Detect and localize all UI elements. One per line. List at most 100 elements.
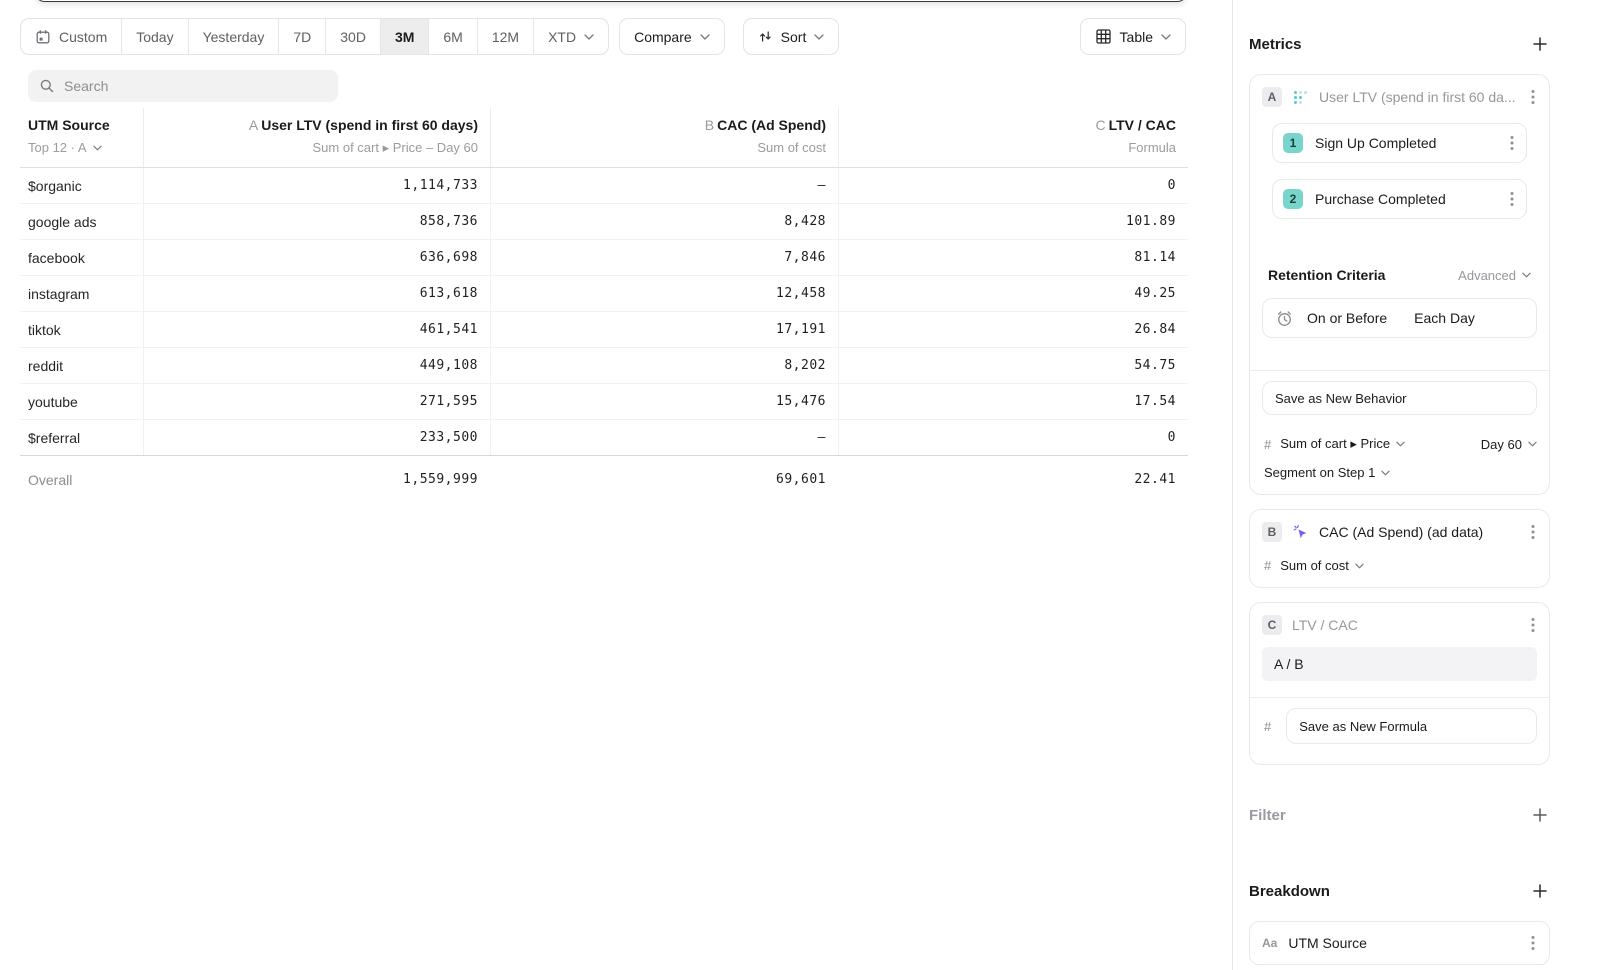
step-menu-button[interactable]: [1508, 189, 1516, 209]
divider: [1250, 697, 1549, 698]
date-range-7d[interactable]: 7D: [279, 19, 326, 54]
cell-ltv-cac[interactable]: 81.14: [838, 240, 1188, 275]
cell-ltv-cac[interactable]: 0: [838, 420, 1188, 455]
number-type-icon: #: [1264, 558, 1271, 573]
search-input[interactable]: [64, 78, 327, 94]
cell-cac[interactable]: 7,846: [490, 240, 838, 275]
table-row: facebook 636,698 7,846 81.14: [20, 240, 1188, 276]
search-bar[interactable]: [28, 70, 338, 102]
kebab-icon: [1531, 524, 1535, 540]
cell-cac[interactable]: 15,476: [490, 384, 838, 419]
date-range-today[interactable]: Today: [122, 19, 188, 54]
retention-unit[interactable]: Each Day: [1414, 310, 1475, 326]
cell-cac[interactable]: –: [490, 168, 838, 203]
date-range-picker: Custom Today Yesterday 7D 30D 3M 6M 12M …: [20, 18, 609, 55]
window-dropdown[interactable]: Day 60: [1481, 437, 1537, 452]
cell-cac[interactable]: 17,191: [490, 312, 838, 347]
cell-user-ltv[interactable]: 1,559,999: [143, 456, 490, 503]
date-range-12m[interactable]: 12M: [478, 19, 534, 54]
cell-user-ltv[interactable]: 233,500: [143, 420, 490, 455]
chevron-down-icon: [1355, 563, 1364, 569]
cell-user-ltv[interactable]: 271,595: [143, 384, 490, 419]
funnel-step-1[interactable]: 1 Sign Up Completed: [1272, 123, 1527, 163]
metric-card-b: B CAC (Ad Spend) (ad data) # Sum of cost: [1249, 509, 1550, 588]
cell-ltv-cac[interactable]: 17.54: [838, 384, 1188, 419]
row-label[interactable]: facebook: [20, 240, 143, 275]
date-range-custom[interactable]: Custom: [21, 19, 122, 54]
step-menu-button[interactable]: [1508, 133, 1516, 153]
row-label[interactable]: instagram: [20, 276, 143, 311]
column-header-utm-source[interactable]: UTM Source Top 12 · A: [20, 108, 143, 167]
cell-cac[interactable]: 69,601: [490, 456, 838, 503]
date-range-3m[interactable]: 3M: [381, 19, 429, 54]
compare-button[interactable]: Compare: [619, 18, 725, 55]
cell-ltv-cac[interactable]: 26.84: [838, 312, 1188, 347]
sort-arrows-icon: [758, 29, 773, 44]
column-header-cac[interactable]: BCAC (Ad Spend) Sum of cost: [490, 108, 838, 167]
cell-user-ltv[interactable]: 461,541: [143, 312, 490, 347]
row-label[interactable]: google ads: [20, 204, 143, 239]
date-range-xtd[interactable]: XTD: [534, 19, 608, 54]
cell-user-ltv[interactable]: 449,108: [143, 348, 490, 383]
cell-user-ltv[interactable]: 858,736: [143, 204, 490, 239]
save-formula-button[interactable]: Save as New Formula: [1286, 708, 1537, 744]
calendar-icon: [35, 29, 51, 45]
breakdown-item[interactable]: Aa UTM Source: [1249, 921, 1550, 965]
row-label[interactable]: tiktok: [20, 312, 143, 347]
metric-menu-button[interactable]: [1529, 522, 1537, 542]
cell-cac[interactable]: 8,428: [490, 204, 838, 239]
formula-input[interactable]: A / B: [1262, 647, 1537, 681]
date-range-yesterday[interactable]: Yesterday: [189, 19, 280, 54]
cell-ltv-cac[interactable]: 101.89: [838, 204, 1188, 239]
date-range-30d[interactable]: 30D: [326, 19, 381, 54]
cell-user-ltv[interactable]: 1,114,733: [143, 168, 490, 203]
top-n-label[interactable]: Top 12 · A: [28, 140, 87, 155]
cell-ltv-cac[interactable]: 22.41: [838, 456, 1188, 503]
metric-menu-button[interactable]: [1529, 615, 1537, 635]
sort-button[interactable]: Sort: [743, 18, 840, 55]
cell-user-ltv[interactable]: 613,618: [143, 276, 490, 311]
metric-menu-button[interactable]: [1529, 87, 1537, 107]
aggregation-dropdown[interactable]: Sum of cost: [1280, 558, 1364, 573]
advanced-dropdown[interactable]: Advanced: [1458, 268, 1531, 283]
add-breakdown-button[interactable]: [1530, 881, 1550, 901]
metric-title[interactable]: User LTV (spend in first 60 da...: [1319, 89, 1519, 105]
row-label[interactable]: reddit: [20, 348, 143, 383]
kebab-icon: [1531, 617, 1535, 633]
table-overall-row: Overall 1,559,999 69,601 22.41: [20, 456, 1188, 503]
retention-criteria-box[interactable]: On or Before Each Day: [1262, 298, 1537, 338]
table-row: tiktok 461,541 17,191 26.84: [20, 312, 1188, 348]
number-type-icon: #: [1264, 719, 1271, 734]
save-behavior-button[interactable]: Save as New Behavior: [1262, 381, 1537, 415]
metrics-title: Metrics: [1249, 36, 1302, 53]
segment-dropdown[interactable]: Segment on Step 1: [1264, 465, 1390, 480]
table-row: google ads 858,736 8,428 101.89: [20, 204, 1188, 240]
row-label[interactable]: $organic: [20, 168, 143, 203]
cell-cac[interactable]: 12,458: [490, 276, 838, 311]
funnel-step-2[interactable]: 2 Purchase Completed: [1272, 179, 1527, 219]
add-metric-button[interactable]: [1530, 34, 1550, 54]
metric-title[interactable]: CAC (Ad Spend) (ad data): [1319, 524, 1519, 540]
cell-cac[interactable]: 8,202: [490, 348, 838, 383]
metric-title[interactable]: LTV / CAC: [1292, 617, 1519, 633]
kebab-icon: [1531, 935, 1535, 951]
cell-user-ltv[interactable]: 636,698: [143, 240, 490, 275]
results-table: UTM Source Top 12 · A AUser LTV (spend i…: [20, 108, 1188, 503]
cell-ltv-cac[interactable]: 49.25: [838, 276, 1188, 311]
query-builder-sidebar: Metrics A User LTV (spend in first 60 da…: [1232, 0, 1600, 970]
retention-condition[interactable]: On or Before: [1307, 310, 1387, 326]
cell-ltv-cac[interactable]: 0: [838, 168, 1188, 203]
column-header-user-ltv[interactable]: AUser LTV (spend in first 60 days) Sum o…: [143, 108, 490, 167]
aggregation-dropdown[interactable]: Sum of cart ▸ Price: [1280, 436, 1405, 452]
cell-ltv-cac[interactable]: 54.75: [838, 348, 1188, 383]
table-grid-icon: [1095, 28, 1112, 45]
date-range-6m[interactable]: 6M: [429, 19, 477, 54]
column-header-ltv-cac[interactable]: CLTV / CAC Formula: [838, 108, 1188, 167]
chart-type-button[interactable]: Table: [1080, 18, 1186, 55]
cell-cac[interactable]: –: [490, 420, 838, 455]
row-label[interactable]: youtube: [20, 384, 143, 419]
row-label[interactable]: $referral: [20, 420, 143, 455]
breakdown-menu-button[interactable]: [1529, 933, 1537, 953]
chevron-down-icon: [814, 34, 824, 40]
add-filter-button[interactable]: [1530, 805, 1550, 825]
